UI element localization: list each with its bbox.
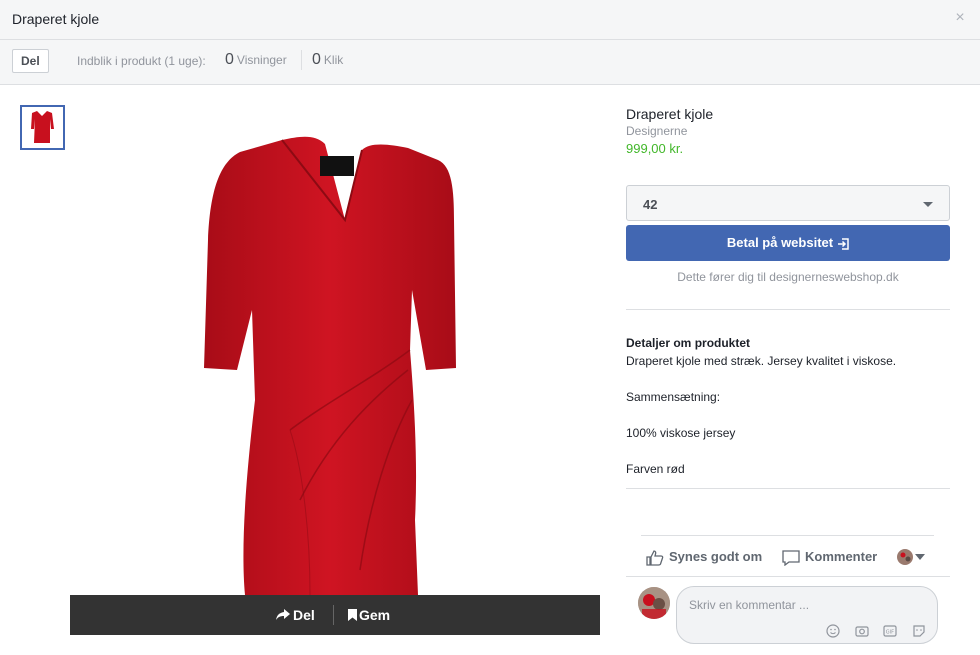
product-thumbnail[interactable] bbox=[20, 105, 65, 150]
image-action-bar: Del Gem bbox=[70, 595, 600, 635]
svg-text:GIF: GIF bbox=[886, 630, 894, 636]
pay-button-label: Betal på websitet bbox=[726, 235, 834, 250]
social-actions: Synes godt om Kommenter bbox=[641, 535, 934, 577]
size-select[interactable]: 42 bbox=[626, 185, 950, 221]
size-value: 42 bbox=[643, 197, 658, 212]
details-line: 100% viskose jersey bbox=[626, 426, 736, 440]
details-heading: Detaljer om produktet bbox=[626, 336, 751, 350]
clicks-count: 0 bbox=[312, 51, 321, 68]
stat-divider bbox=[301, 50, 302, 70]
camera-icon[interactable] bbox=[855, 624, 869, 638]
comment-label: Kommenter bbox=[805, 549, 878, 564]
seller-name[interactable]: Designerne bbox=[626, 124, 687, 138]
like-button[interactable]: Synes godt om bbox=[646, 549, 762, 566]
chevron-down-icon bbox=[923, 202, 933, 207]
external-link-icon bbox=[838, 237, 849, 250]
share-arrow-icon bbox=[276, 609, 290, 620]
section-divider bbox=[626, 488, 950, 489]
bar-divider bbox=[333, 605, 334, 625]
avatar bbox=[638, 587, 670, 619]
insight-label: Indblik i produkt (1 uge): bbox=[77, 54, 206, 68]
section-divider bbox=[626, 309, 950, 310]
caret-down-icon bbox=[915, 553, 925, 560]
comment-button[interactable]: Kommenter bbox=[782, 549, 877, 566]
thumbs-up-icon bbox=[646, 549, 664, 566]
pay-on-website-button[interactable]: Betal på websitet bbox=[626, 225, 950, 261]
image-share-label: Del bbox=[293, 607, 315, 623]
comment-bubble-icon bbox=[782, 549, 800, 566]
dialog-title: Draperet kjole bbox=[12, 11, 100, 27]
views-stat: 0 Visninger bbox=[225, 51, 287, 69]
details-line: Sammensætning: bbox=[626, 390, 721, 404]
save-label: Gem bbox=[359, 607, 391, 623]
product-dialog: Draperet kjole × Del Indblik i produkt (… bbox=[0, 0, 980, 655]
dialog-header: Draperet kjole × bbox=[0, 0, 980, 40]
like-label: Synes godt om bbox=[669, 549, 763, 564]
details-line: Draperet kjole med stræk. Jersey kvalite… bbox=[626, 354, 897, 368]
redirect-note: Dette fører dig til designerneswebshop.d… bbox=[677, 270, 899, 284]
save-button[interactable]: Gem bbox=[348, 607, 390, 623]
product-title: Draperet kjole bbox=[626, 106, 714, 122]
clicks-label: Klik bbox=[323, 53, 344, 67]
close-icon[interactable]: × bbox=[952, 10, 968, 26]
insights-bar: Del Indblik i produkt (1 uge): 0 Visninge… bbox=[0, 40, 980, 85]
emoji-icon[interactable] bbox=[826, 624, 840, 638]
product-image bbox=[70, 100, 600, 635]
profile-avatar-icon bbox=[897, 548, 913, 565]
bookmark-icon bbox=[348, 609, 357, 621]
share-button[interactable]: Del bbox=[12, 49, 49, 73]
comment-input[interactable]: Skriv en kommentar ... bbox=[676, 586, 938, 644]
views-count: 0 bbox=[225, 51, 234, 68]
sticker-icon[interactable] bbox=[912, 624, 926, 638]
clicks-stat: 0 Klik bbox=[312, 51, 343, 69]
details-line: Farven rød bbox=[626, 462, 685, 476]
image-share-button[interactable]: Del bbox=[276, 607, 315, 623]
comment-placeholder: Skriv en kommentar ... bbox=[689, 598, 810, 612]
post-as-selector[interactable] bbox=[897, 548, 930, 565]
product-price: 999,00 kr. bbox=[626, 141, 684, 156]
views-label: Visninger bbox=[236, 53, 287, 67]
gif-icon[interactable]: GIF bbox=[883, 624, 897, 638]
